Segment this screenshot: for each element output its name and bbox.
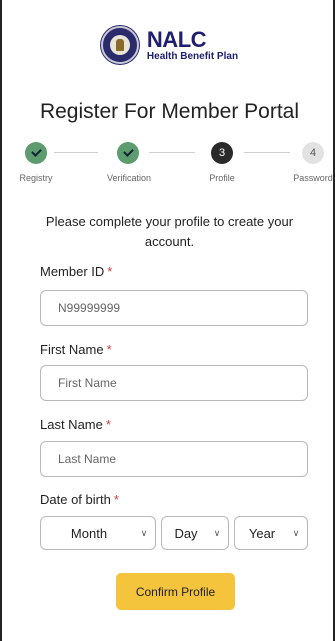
dob-month-select[interactable]: Month ∨	[40, 516, 156, 550]
member-id-input[interactable]: N99999999	[40, 290, 308, 326]
member-id-label: Member ID *	[40, 264, 113, 279]
logo: NALC Health Benefit Plan	[2, 26, 335, 64]
first-name-label: First Name *	[40, 342, 112, 357]
chevron-down-icon: ∨	[292, 527, 300, 538]
step-label-verification: Verification	[106, 173, 152, 183]
step-connector	[54, 152, 98, 153]
dob-year-value: Year	[248, 525, 276, 541]
chevron-down-icon: ∨	[213, 527, 221, 538]
dob-label: Date of birth *	[40, 492, 119, 507]
confirm-profile-button[interactable]: Confirm Profile	[116, 573, 235, 610]
chevron-down-icon: ∨	[140, 527, 148, 538]
brand-subtitle: Health Benefit Plan	[146, 50, 239, 62]
page-title: Register For Member Portal	[39, 100, 300, 123]
progress-stepper: 3 4 Registry Verification Profile Passwo…	[2, 142, 335, 190]
first-name-placeholder: First Name	[58, 376, 117, 390]
first-name-input[interactable]: First Name	[40, 365, 308, 401]
last-name-input[interactable]: Last Name	[40, 441, 308, 477]
step-3-indicator: 3	[211, 142, 233, 164]
dob-day-value: Day	[174, 525, 198, 541]
step-label-password: Password	[293, 173, 333, 183]
intro-text: Please complete your profile to create y…	[45, 214, 294, 249]
brand-name: NALC	[146, 26, 207, 52]
page-frame: NALC Health Benefit Plan Register For Me…	[0, 0, 335, 641]
brand-text: NALC Health Benefit Plan	[146, 26, 239, 62]
step-4-indicator: 4	[302, 142, 324, 164]
required-marker: *	[107, 264, 113, 279]
dob-day-select[interactable]: Day ∨	[161, 516, 229, 550]
step-connector	[244, 152, 290, 153]
nalc-seal-icon	[100, 26, 139, 64]
last-name-label: Last Name *	[40, 417, 111, 432]
required-marker: *	[106, 342, 112, 357]
dob-month-value: Month	[70, 525, 108, 541]
member-id-value: N99999999	[58, 301, 121, 315]
last-name-placeholder: Last Name	[58, 452, 117, 466]
dob-year-select[interactable]: Year ∨	[234, 516, 308, 550]
required-marker: *	[105, 417, 111, 432]
required-marker: *	[113, 492, 119, 507]
step-1-check-icon	[25, 142, 47, 164]
step-label-profile: Profile	[209, 173, 235, 183]
step-connector	[149, 152, 195, 153]
step-2-check-icon	[117, 142, 139, 164]
step-label-registry: Registry	[19, 173, 53, 183]
